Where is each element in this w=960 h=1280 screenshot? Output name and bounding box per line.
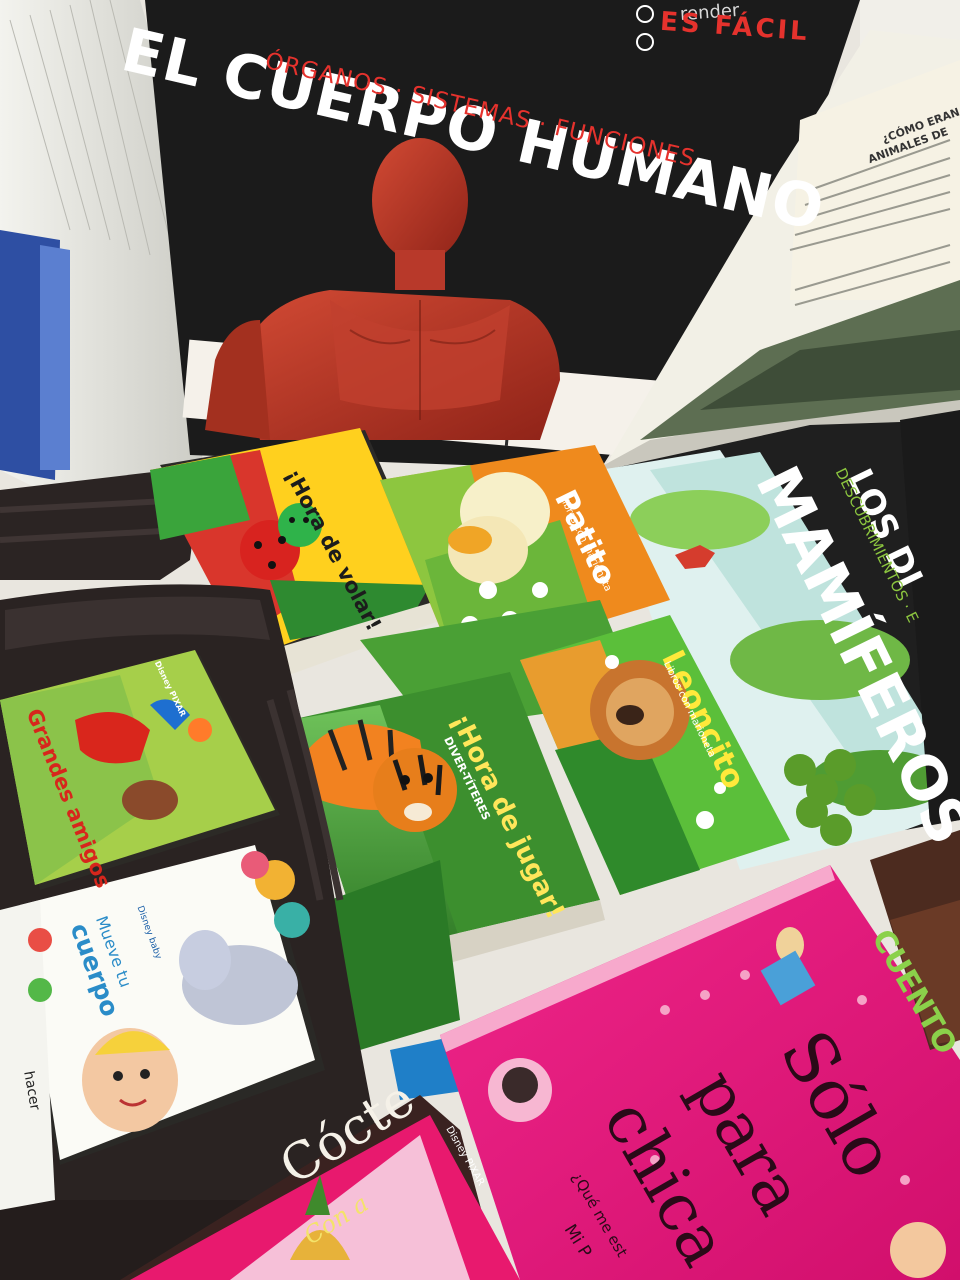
book-display-photo: render ES FÁCIL EL CUERPO HUMANO ÓRGANOS… bbox=[0, 0, 960, 1280]
